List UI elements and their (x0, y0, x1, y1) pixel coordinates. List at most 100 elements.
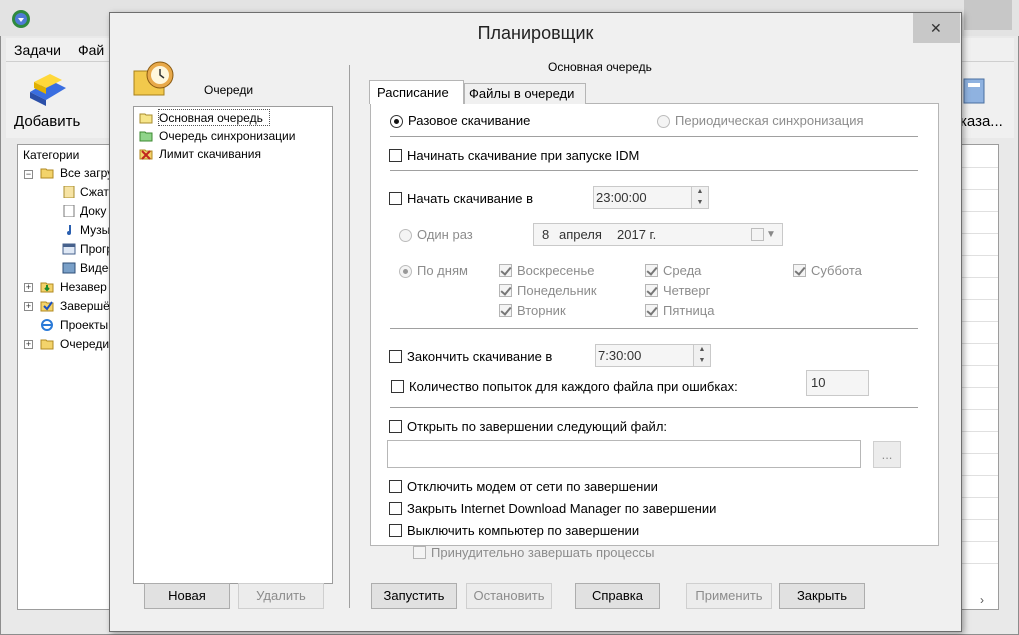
day-wednesday-checkbox[interactable] (645, 264, 658, 277)
tab-queue-files[interactable]: Файлы в очереди (464, 83, 586, 104)
retry-attempts-field[interactable]: 10 (806, 370, 869, 396)
day-monday-checkbox[interactable] (499, 284, 512, 297)
periodic-sync-label[interactable]: Периодическая синхронизация (675, 113, 864, 128)
day-saturday-checkbox[interactable] (793, 264, 806, 277)
shutdown-pc-checkbox[interactable] (389, 524, 402, 537)
open-file-on-completion-checkbox[interactable] (389, 420, 402, 433)
expand-icon[interactable]: + (24, 283, 33, 292)
start-time-spinner[interactable]: ▲ ▼ (691, 186, 709, 209)
one-time-download-label[interactable]: Разовое скачивание (408, 113, 530, 128)
menu-tasks[interactable]: Задачи (14, 42, 61, 58)
downloads-list-edge[interactable]: › (959, 144, 999, 610)
hang-up-modem-checkbox[interactable] (389, 480, 402, 493)
force-terminate-label[interactable]: Принудительно завершать процессы (431, 545, 654, 560)
date-day: 8 (542, 227, 550, 242)
tree-item-finished[interactable]: Завершё (60, 298, 110, 314)
add-button-label[interactable]: Добавить (14, 113, 80, 130)
by-days-label[interactable]: По дням (417, 263, 468, 278)
retry-attempts-label[interactable]: Количество попыток для каждого файла при… (409, 379, 738, 394)
close-button[interactable]: Закрыть (779, 583, 865, 609)
ie-icon (41, 319, 53, 331)
open-file-on-completion-label[interactable]: Открыть по завершении следующий файл: (407, 419, 667, 434)
day-sunday-label[interactable]: Воскресенье (517, 263, 594, 278)
start-download-at-checkbox[interactable] (389, 192, 402, 205)
expand-icon[interactable]: + (24, 340, 33, 349)
tree-item-compressed[interactable]: Сжат (80, 184, 109, 200)
spin-up-icon: ▲ (696, 188, 704, 195)
main-window-close-button[interactable] (964, 0, 1012, 30)
stop-time-spinner[interactable]: ▲ ▼ (693, 344, 711, 367)
by-days-radio[interactable] (399, 265, 412, 278)
start-on-idm-startup-label[interactable]: Начинать скачивание при запуске IDM (407, 148, 639, 163)
day-sunday-checkbox[interactable] (499, 264, 512, 277)
spin-down-icon: ▼ (698, 357, 706, 364)
exit-idm-checkbox[interactable] (389, 502, 402, 515)
exit-idm-label[interactable]: Закрыть Internet Download Manager по зав… (407, 501, 716, 516)
queue-item-sync[interactable]: Очередь синхронизации (159, 128, 295, 144)
shutdown-pc-label[interactable]: Выключить компьютер по завершении (407, 523, 639, 538)
chevron-down-icon[interactable]: ▼ (766, 224, 776, 245)
help-button[interactable]: Справка (575, 583, 660, 609)
finished-icon (40, 301, 54, 312)
add-url-icon[interactable] (26, 70, 70, 110)
start-queue-button[interactable]: Запустить (371, 583, 457, 609)
menu-file[interactable]: Фай (78, 42, 104, 58)
separator (390, 136, 918, 137)
queues-list[interactable]: Основная очередь Очередь синхронизации Л… (133, 106, 333, 584)
tree-item-all[interactable]: Все загру (60, 165, 113, 181)
close-icon: ✕ (930, 20, 942, 36)
queue-item-main[interactable]: Основная очередь (159, 110, 263, 126)
once-radio[interactable] (399, 229, 412, 242)
day-friday-checkbox[interactable] (645, 304, 658, 317)
day-saturday-label[interactable]: Суббота (811, 263, 862, 278)
stop-download-at-checkbox[interactable] (389, 350, 402, 363)
file-path-input[interactable] (387, 440, 861, 468)
force-terminate-checkbox[interactable] (413, 546, 426, 559)
tree-item-projects[interactable]: Проекты (60, 317, 108, 333)
browse-button[interactable]: ... (873, 441, 901, 468)
calendar-checkbox-icon[interactable] (751, 228, 764, 241)
download-icon[interactable] (960, 75, 990, 107)
retry-attempts-checkbox[interactable] (391, 380, 404, 393)
day-wednesday-label[interactable]: Среда (663, 263, 701, 278)
day-thursday-label[interactable]: Четверг (663, 283, 710, 298)
limit-icon (139, 149, 153, 160)
stop-time-field[interactable]: 7:30:00 (595, 344, 695, 367)
sync-folder-icon (139, 131, 153, 142)
separator (390, 170, 918, 171)
apply-button[interactable]: Применить (686, 583, 772, 609)
stop-queue-button[interactable]: Остановить (466, 583, 552, 609)
collapse-icon[interactable]: − (24, 170, 33, 179)
tree-item-queues[interactable]: Очереди (60, 336, 109, 352)
queue-folder-icon (139, 113, 153, 124)
stop-download-at-label[interactable]: Закончить скачивание в (407, 349, 552, 364)
date-month: апреля (559, 227, 602, 242)
start-on-idm-startup-checkbox[interactable] (389, 149, 402, 162)
day-tuesday-label[interactable]: Вторник (517, 303, 566, 318)
day-friday-label[interactable]: Пятница (663, 303, 714, 318)
tree-item-documents[interactable]: Доку (80, 203, 106, 219)
scroll-right-icon[interactable]: › (980, 593, 984, 607)
tab-schedule[interactable]: Расписание (369, 80, 464, 104)
delete-queue-button[interactable]: Удалить (238, 583, 324, 609)
day-tuesday-checkbox[interactable] (499, 304, 512, 317)
day-thursday-checkbox[interactable] (645, 284, 658, 297)
once-label[interactable]: Один раз (417, 227, 473, 242)
periodic-sync-radio[interactable] (657, 115, 670, 128)
start-download-at-label[interactable]: Начать скачивание в (407, 191, 533, 206)
hang-up-modem-label[interactable]: Отключить модем от сети по завершении (407, 479, 658, 494)
start-time-field[interactable]: 23:00:00 (593, 186, 693, 209)
queue-item-limit[interactable]: Лимит скачивания (159, 146, 261, 162)
separator (390, 328, 918, 329)
date-picker[interactable]: 8 апреля 2017 г. ▼ (533, 223, 783, 246)
expand-icon[interactable]: + (24, 302, 33, 311)
day-monday-label[interactable]: Понедельник (517, 283, 597, 298)
categories-tree[interactable]: Категории − Все загру Сжат Доку Музы Про… (17, 144, 117, 610)
queues-icon (40, 339, 54, 350)
tree-item-unfinished[interactable]: Незавер (60, 279, 107, 295)
dialog-close-button[interactable]: ✕ (913, 13, 960, 43)
new-queue-button[interactable]: Новая (144, 583, 230, 609)
tree-item-music[interactable]: Музы (80, 222, 110, 238)
one-time-download-radio[interactable] (390, 115, 403, 128)
toolbar-right-label[interactable]: каза... (960, 113, 1003, 130)
